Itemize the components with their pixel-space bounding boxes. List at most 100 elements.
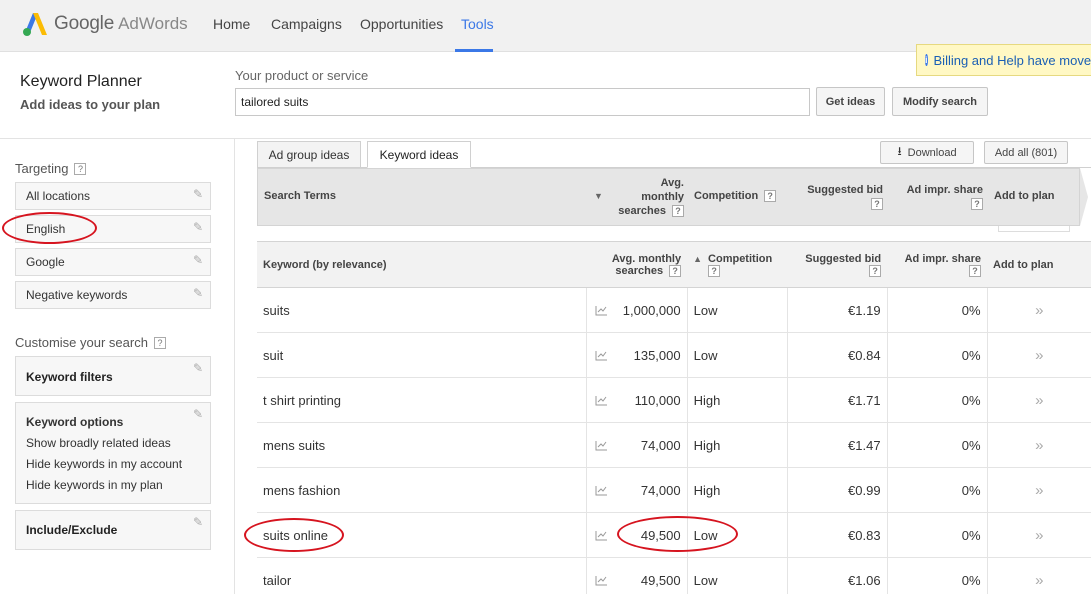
share-cell: 0% (886, 512, 988, 558)
bid-cell: €0.83 (786, 512, 888, 558)
search-terms-table: Search Terms ▼ Avg. monthly searches? Co… (257, 168, 1080, 226)
avg-header-line2: searches? (593, 264, 682, 277)
keyword-option: Hide keywords in my plan (26, 478, 163, 492)
searches-cell: 110,000 (616, 377, 688, 423)
trend-chart-icon[interactable] (586, 467, 617, 513)
search-terms-header[interactable]: Search Terms (264, 190, 336, 202)
help-icon[interactable]: ? (969, 264, 982, 277)
searches-cell: 74,000 (616, 467, 688, 513)
st-share-header[interactable]: Ad impr. share ? (888, 183, 983, 211)
trend-chart-icon[interactable] (586, 422, 617, 468)
nav-tools[interactable]: Tools (461, 16, 494, 32)
bid-header[interactable]: Suggested bid ? (787, 241, 888, 288)
st-competition-header[interactable]: Competition? (694, 190, 777, 202)
add-to-plan-icon[interactable]: » (986, 512, 1091, 558)
keyword-cell[interactable]: suits (257, 287, 587, 333)
keyword-options-title: Keyword options (26, 415, 124, 429)
add-to-plan-icon[interactable]: » (986, 557, 1091, 594)
trend-chart-icon[interactable] (586, 287, 617, 333)
pencil-icon[interactable]: ✎ (193, 220, 203, 234)
help-icon[interactable]: ? (971, 198, 983, 210)
targeting-locations-label: All locations (26, 189, 91, 203)
bid-cell: €1.19 (786, 287, 888, 333)
share-cell: 0% (886, 557, 988, 594)
pencil-icon[interactable]: ✎ (193, 407, 203, 421)
add-to-plan-icon[interactable]: » (986, 467, 1091, 513)
pencil-icon[interactable]: ✎ (193, 253, 203, 267)
adwords-logo[interactable]: Google AdWords (22, 11, 188, 37)
help-icon[interactable]: ? (672, 205, 684, 217)
st-under-shadow (998, 226, 1070, 232)
add-to-plan-icon[interactable]: » (986, 287, 1091, 333)
annotation-ellipse-keyword (244, 518, 344, 552)
help-icon[interactable]: ? (869, 264, 882, 277)
add-to-plan-icon[interactable]: » (986, 332, 1091, 378)
trend-chart-icon[interactable] (586, 332, 617, 378)
tab-ad-group-ideas[interactable]: Ad group ideas (257, 141, 361, 168)
st-avg-line3-text: searches (618, 205, 666, 217)
avg-header-line2-text: searches (615, 264, 664, 277)
share-header[interactable]: Ad impr. share ? (887, 241, 988, 288)
keyword-cell[interactable]: t shirt printing (257, 377, 587, 423)
nav-home[interactable]: Home (213, 16, 250, 32)
nav-opportunities[interactable]: Opportunities (360, 16, 443, 32)
page-subtitle: Add ideas to your plan (20, 97, 161, 112)
get-ideas-button[interactable]: Get ideas (816, 87, 885, 116)
keyword-header[interactable]: Keyword (by relevance) (257, 241, 587, 288)
help-icon[interactable]: ? (871, 198, 883, 210)
competition-header-text: Competition (708, 252, 773, 265)
keyword-cell[interactable]: mens suits (257, 422, 587, 468)
logo-google-text: Google (54, 13, 115, 34)
targeting-label-text: Targeting (15, 161, 69, 176)
customise-label: Customise your search ? (15, 335, 166, 350)
share-header-text: Ad impr. share (904, 252, 982, 265)
keyword-filters-box[interactable]: Keyword filters ✎ (15, 356, 211, 396)
keyword-cell[interactable]: tailor (257, 557, 587, 594)
bid-cell: €1.06 (786, 557, 888, 594)
help-icon[interactable]: ? (669, 264, 682, 277)
sort-up-icon[interactable]: ▲ (693, 254, 702, 264)
pencil-icon[interactable]: ✎ (193, 515, 203, 529)
avg-searches-header[interactable]: Avg. monthly searches? (586, 241, 688, 288)
sort-down-icon[interactable]: ▼ (594, 191, 603, 201)
adwords-logo-icon (23, 13, 47, 36)
targeting-network-label: Google (26, 255, 65, 269)
trend-chart-icon[interactable] (586, 557, 617, 594)
targeting-negative-keywords[interactable]: Negative keywords ✎ (15, 281, 211, 309)
notice-text: Billing and Help have moved (933, 52, 1091, 68)
st-avg-header[interactable]: Avg. monthly searches? (608, 176, 684, 218)
product-input[interactable] (235, 88, 810, 116)
info-icon: i (925, 54, 928, 66)
help-icon[interactable]: ? (708, 264, 721, 277)
targeting-locations[interactable]: All locations ✎ (15, 182, 211, 210)
include-exclude-box[interactable]: Include/Exclude ✎ (15, 510, 211, 550)
keyword-table-header: Keyword (by relevance) Avg. monthly sear… (257, 241, 1091, 288)
tab-keyword-ideas[interactable]: Keyword ideas (367, 141, 471, 168)
keyword-cell[interactable]: mens fashion (257, 467, 587, 513)
help-icon[interactable]: ? (764, 190, 777, 202)
trend-chart-icon[interactable] (586, 512, 617, 558)
add-all-button[interactable]: Add all (801) (984, 141, 1068, 164)
download-button[interactable]: ⭳ Download (880, 141, 974, 164)
help-icon[interactable]: ? (153, 336, 166, 349)
add-to-plan-icon[interactable]: » (986, 377, 1091, 423)
pencil-icon[interactable]: ✎ (193, 187, 203, 201)
billing-notice[interactable]: i Billing and Help have moved (916, 44, 1091, 76)
modify-search-button[interactable]: Modify search (892, 87, 988, 116)
keyword-options-box[interactable]: Keyword options Show broadly related ide… (15, 402, 211, 504)
nav-campaigns[interactable]: Campaigns (271, 16, 342, 32)
table-row: mens suits 74,000 High €1.47 0% » (257, 422, 1091, 468)
share-cell: 0% (886, 332, 988, 378)
avg-header-line1: Avg. monthly (611, 252, 682, 265)
st-bid-header[interactable]: Suggested bid ? (788, 183, 883, 211)
help-icon[interactable]: ? (74, 162, 87, 175)
keyword-cell[interactable]: suit (257, 332, 587, 378)
competition-header[interactable]: ▲ Competition ? (687, 241, 788, 288)
trend-chart-icon[interactable] (586, 377, 617, 423)
searches-cell: 1,000,000 (616, 287, 688, 333)
add-to-plan-icon[interactable]: » (986, 422, 1091, 468)
targeting-negative-label: Negative keywords (26, 288, 128, 302)
targeting-network[interactable]: Google ✎ (15, 248, 211, 276)
pencil-icon[interactable]: ✎ (193, 286, 203, 300)
pencil-icon[interactable]: ✎ (193, 361, 203, 375)
